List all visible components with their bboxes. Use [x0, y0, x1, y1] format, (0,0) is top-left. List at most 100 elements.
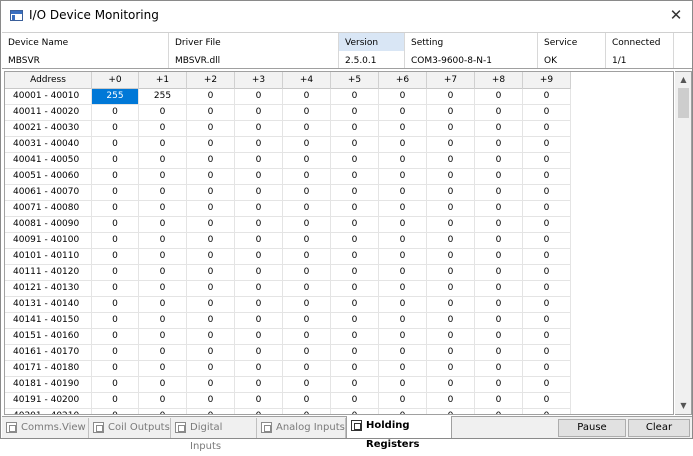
- register-value-cell[interactable]: 0: [331, 377, 379, 393]
- register-value-cell[interactable]: 0: [235, 265, 283, 281]
- register-value-cell[interactable]: 0: [283, 137, 331, 153]
- register-value-cell[interactable]: 0: [283, 281, 331, 297]
- register-value-cell[interactable]: 0: [331, 281, 379, 297]
- register-value-cell[interactable]: 0: [331, 153, 379, 169]
- register-value-cell[interactable]: 0: [475, 329, 523, 345]
- register-value-cell[interactable]: 0: [427, 249, 475, 265]
- register-value-cell[interactable]: 0: [139, 281, 187, 297]
- register-value-cell[interactable]: 0: [139, 217, 187, 233]
- register-value-cell[interactable]: 0: [331, 185, 379, 201]
- register-value-cell[interactable]: 0: [187, 233, 235, 249]
- register-value-cell[interactable]: 0: [92, 121, 139, 137]
- register-value-cell[interactable]: 0: [379, 409, 427, 414]
- register-value-cell[interactable]: 0: [283, 249, 331, 265]
- table-row[interactable]: 40151 - 40160 0 0 0 0 0 0 0 0 0 0: [5, 329, 571, 345]
- register-value-cell[interactable]: 0: [283, 377, 331, 393]
- table-row[interactable]: 40091 - 40100 0 0 0 0 0 0 0 0 0 0: [5, 233, 571, 249]
- register-value-cell[interactable]: 0: [427, 89, 475, 105]
- clear-button[interactable]: Clear: [628, 419, 690, 437]
- register-value-cell[interactable]: 0: [427, 137, 475, 153]
- register-value-cell[interactable]: 0: [235, 89, 283, 105]
- table-row[interactable]: 40111 - 40120 0 0 0 0 0 0 0 0 0 0: [5, 265, 571, 281]
- register-value-cell[interactable]: 0: [283, 409, 331, 414]
- register-value-cell[interactable]: 0: [283, 185, 331, 201]
- scroll-thumb[interactable]: [678, 88, 689, 118]
- register-value-cell[interactable]: 0: [475, 137, 523, 153]
- table-row[interactable]: 40011 - 40020 0 0 0 0 0 0 0 0 0 0: [5, 105, 571, 121]
- register-value-cell[interactable]: 0: [475, 169, 523, 185]
- register-value-cell[interactable]: 0: [187, 393, 235, 409]
- register-value-cell[interactable]: 0: [331, 201, 379, 217]
- register-value-cell[interactable]: 0: [331, 393, 379, 409]
- register-value-cell[interactable]: 0: [235, 249, 283, 265]
- register-value-cell[interactable]: 0: [235, 233, 283, 249]
- register-value-cell[interactable]: 0: [187, 361, 235, 377]
- table-row[interactable]: 40101 - 40110 0 0 0 0 0 0 0 0 0 0: [5, 249, 571, 265]
- register-value-cell[interactable]: 0: [92, 233, 139, 249]
- register-value-cell[interactable]: 0: [331, 137, 379, 153]
- register-value-cell[interactable]: 0: [283, 297, 331, 313]
- register-value-cell[interactable]: 0: [92, 345, 139, 361]
- register-value-cell[interactable]: 0: [92, 313, 139, 329]
- register-value-cell[interactable]: 0: [475, 89, 523, 105]
- register-value-cell[interactable]: 0: [523, 233, 571, 249]
- register-value-cell[interactable]: 0: [235, 313, 283, 329]
- register-value-cell[interactable]: 0: [92, 281, 139, 297]
- register-value-cell[interactable]: 0: [139, 249, 187, 265]
- register-value-cell[interactable]: 0: [187, 281, 235, 297]
- register-value-cell[interactable]: 0: [427, 377, 475, 393]
- register-value-cell[interactable]: 0: [331, 89, 379, 105]
- register-value-cell[interactable]: 0: [283, 105, 331, 121]
- table-row[interactable]: 40131 - 40140 0 0 0 0 0 0 0 0 0 0: [5, 297, 571, 313]
- register-value-cell[interactable]: 0: [92, 297, 139, 313]
- register-value-cell[interactable]: 0: [139, 361, 187, 377]
- register-value-cell[interactable]: 0: [187, 217, 235, 233]
- register-value-cell[interactable]: 0: [379, 233, 427, 249]
- register-value-cell[interactable]: 0: [427, 361, 475, 377]
- register-value-cell[interactable]: 0: [283, 233, 331, 249]
- register-value-cell[interactable]: 0: [475, 153, 523, 169]
- register-value-cell[interactable]: 0: [92, 377, 139, 393]
- pause-button[interactable]: Pause: [558, 419, 626, 437]
- register-value-cell[interactable]: 0: [187, 377, 235, 393]
- register-value-cell[interactable]: 0: [523, 345, 571, 361]
- register-value-cell[interactable]: 0: [235, 393, 283, 409]
- register-value-cell[interactable]: 0: [283, 201, 331, 217]
- register-value-cell[interactable]: 0: [187, 201, 235, 217]
- register-value-cell[interactable]: 0: [187, 121, 235, 137]
- register-value-cell[interactable]: 0: [475, 217, 523, 233]
- register-value-cell[interactable]: 0: [139, 329, 187, 345]
- close-button[interactable]: ✕: [664, 4, 688, 26]
- register-value-cell[interactable]: 0: [427, 297, 475, 313]
- register-value-cell[interactable]: 0: [475, 281, 523, 297]
- register-value-cell[interactable]: 0: [331, 265, 379, 281]
- register-value-cell[interactable]: 0: [235, 121, 283, 137]
- register-value-cell[interactable]: 0: [523, 281, 571, 297]
- register-value-cell[interactable]: 0: [379, 121, 427, 137]
- register-value-cell[interactable]: 0: [139, 377, 187, 393]
- table-row[interactable]: 40021 - 40030 0 0 0 0 0 0 0 0 0 0: [5, 121, 571, 137]
- table-row[interactable]: 40051 - 40060 0 0 0 0 0 0 0 0 0 0: [5, 169, 571, 185]
- register-value-cell[interactable]: 0: [475, 233, 523, 249]
- register-value-cell[interactable]: 0: [187, 249, 235, 265]
- register-value-cell[interactable]: 0: [235, 377, 283, 393]
- register-value-cell[interactable]: 0: [475, 361, 523, 377]
- register-value-cell[interactable]: 0: [475, 345, 523, 361]
- register-value-cell[interactable]: 0: [92, 361, 139, 377]
- register-value-cell[interactable]: 0: [331, 233, 379, 249]
- register-value-cell[interactable]: 0: [523, 249, 571, 265]
- register-value-cell[interactable]: 0: [235, 137, 283, 153]
- register-value-cell[interactable]: 255: [92, 89, 139, 105]
- register-value-cell[interactable]: 0: [379, 377, 427, 393]
- register-value-cell[interactable]: 0: [475, 313, 523, 329]
- register-value-cell[interactable]: 0: [523, 89, 571, 105]
- register-grid[interactable]: Address +0 +1 +2 +3 +4 +5 +6 +7 +8 +9 40001 - 4001…: [4, 71, 674, 415]
- register-value-cell[interactable]: 0: [379, 105, 427, 121]
- register-value-cell[interactable]: 0: [523, 153, 571, 169]
- table-row[interactable]: 40181 - 40190 0 0 0 0 0 0 0 0 0 0: [5, 377, 571, 393]
- register-value-cell[interactable]: 0: [475, 121, 523, 137]
- register-value-cell[interactable]: 0: [427, 217, 475, 233]
- table-row[interactable]: 40161 - 40170 0 0 0 0 0 0 0 0 0 0: [5, 345, 571, 361]
- register-value-cell[interactable]: 0: [92, 153, 139, 169]
- register-value-cell[interactable]: 0: [331, 169, 379, 185]
